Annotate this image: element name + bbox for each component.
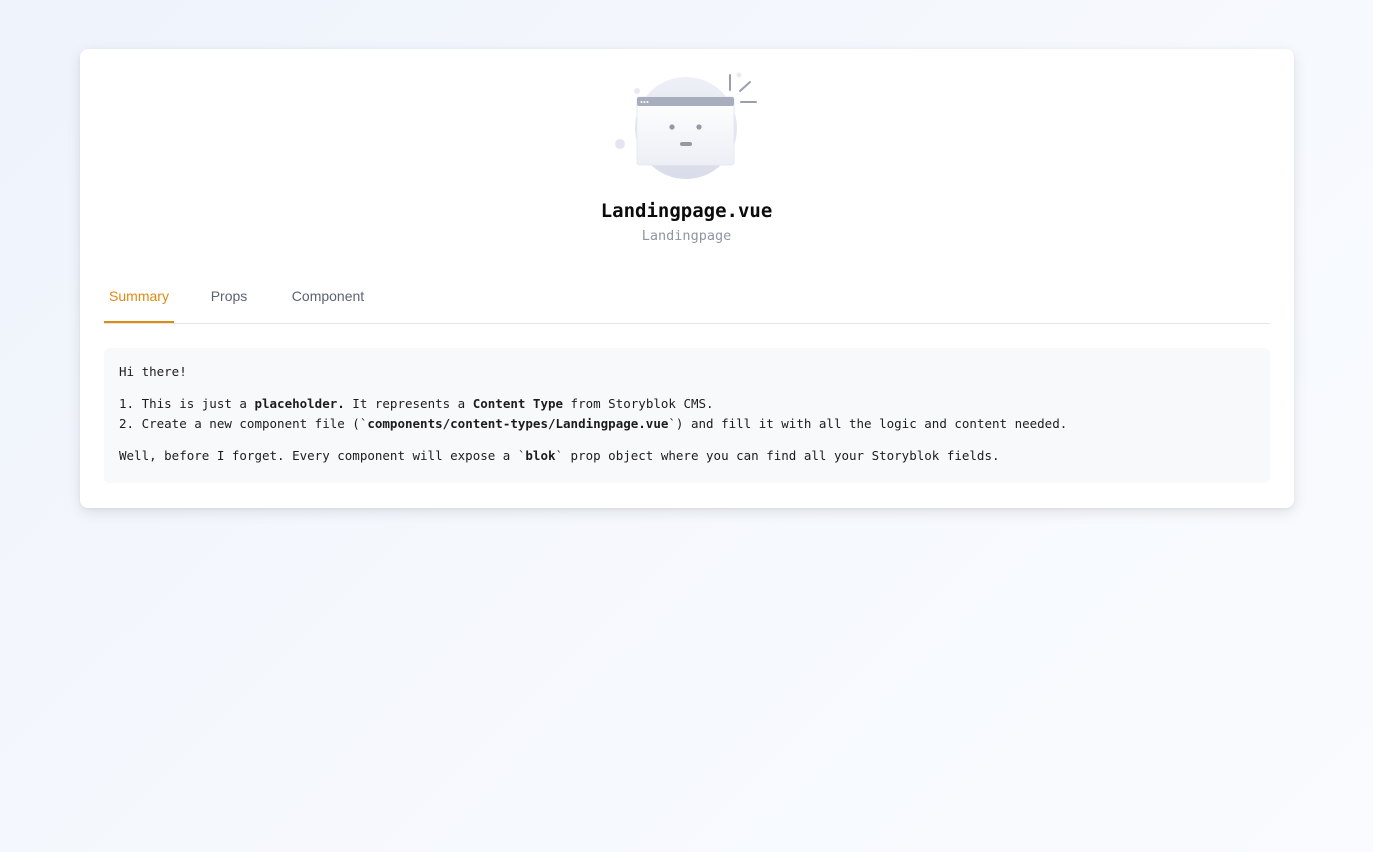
step-1-bold-placeholder: placeholder. — [254, 396, 345, 411]
step-2-prefix: 2. Create a new component file (` — [119, 416, 368, 431]
step-1-prefix: 1. This is just a — [119, 396, 255, 411]
summary-greeting: Hi there! — [119, 364, 187, 379]
note-prefix: Well, before I forget. Every component w… — [119, 448, 526, 463]
summary-panel: Hi there! 1. This is just a placeholder.… — [104, 348, 1270, 483]
component-title: Landingpage.vue — [600, 200, 773, 222]
component-subtitle: Landingpage — [641, 228, 732, 244]
step-1-mid: It represents a — [344, 396, 473, 411]
greeting-text: Hi there! — [119, 364, 187, 379]
summary-step-2: 2. Create a new component file (`compone… — [119, 416, 1067, 431]
step-1-bold-content-type: Content Type — [472, 396, 564, 411]
step-1-suffix: from Storyblok CMS. — [563, 396, 714, 411]
tab-bar: Summary Props Component — [104, 283, 1270, 324]
note-blok: blok — [525, 448, 556, 463]
step-2-file-path: components/content-types/Landingpage.vue — [367, 416, 669, 431]
summary-note: Well, before I forget. Every component w… — [119, 448, 1000, 463]
summary-step-1: 1. This is just a placeholder. It repres… — [119, 396, 714, 411]
note-suffix: ` prop object where you can find all you… — [555, 448, 1000, 463]
step-2-suffix: `) and fill it with all the logic and co… — [668, 416, 1068, 431]
tab-summary[interactable]: Summary — [104, 283, 174, 323]
tab-component[interactable]: Component — [289, 283, 367, 323]
tab-props[interactable]: Props — [210, 283, 248, 323]
placeholder-window-face-icon — [615, 72, 757, 179]
